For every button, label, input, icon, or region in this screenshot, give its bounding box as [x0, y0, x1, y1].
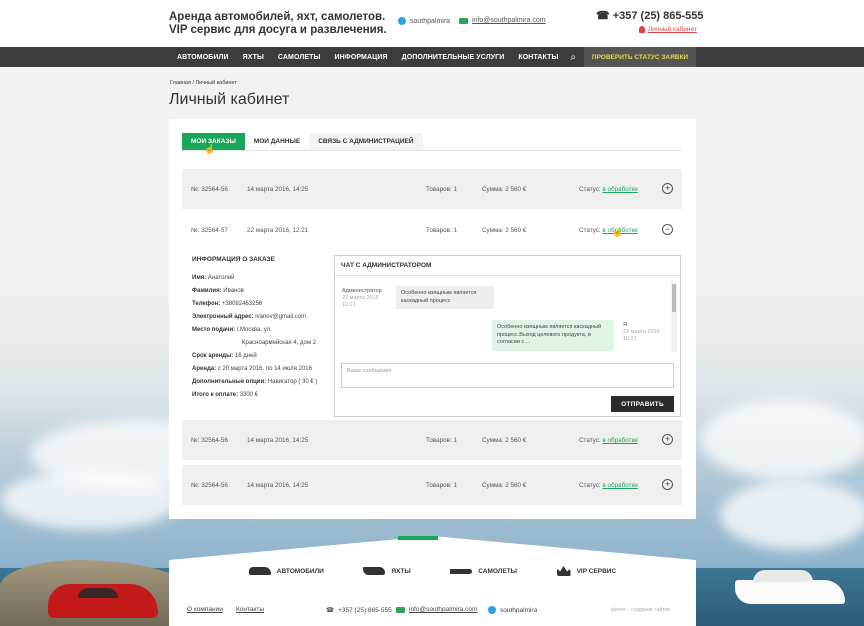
car-image	[48, 584, 158, 618]
site-header: Аренда автомобилей, яхт, самолетов. VIP …	[0, 0, 864, 47]
order-sum: Сумма: 2 560 €	[482, 482, 527, 489]
header-email[interactable]: info@southpalmira.com	[459, 17, 546, 24]
yacht-image	[735, 570, 845, 604]
main-nav: АВТОМОБИЛИ ЯХТЫ САМОЛЕТЫ ИНФОРМАЦИЯ ДОПО…	[0, 47, 864, 67]
order-number: №: 32564-56	[191, 437, 228, 444]
order-row-expanded[interactable]: №: 32564-57 22 марта 2016, 12:21 Товаров…	[182, 210, 682, 250]
nav-item-info[interactable]: ИНФОРМАЦИЯ	[327, 54, 394, 61]
phone-icon: ☎	[326, 607, 335, 614]
order-items: Товаров: 1	[426, 482, 457, 489]
order-row[interactable]: №: 32564-56 14 марта 2016, 14:25 Товаров…	[182, 465, 682, 505]
order-date: 14 марта 2016, 14:25	[247, 186, 309, 193]
personal-cabinet-link[interactable]: Личный кабинет	[639, 26, 697, 33]
nav-item-contacts[interactable]: КОНТАКТЫ	[511, 54, 565, 61]
order-row[interactable]: №: 32564-56 14 марта 2016, 14:25 Товаров…	[182, 420, 682, 460]
order-date: 14 марта 2016, 14:25	[247, 482, 309, 489]
mail-icon	[396, 606, 405, 613]
tab-my-data[interactable]: МОИ ДАННЫЕ	[244, 133, 310, 150]
chat-scroll-thumb[interactable]	[672, 284, 676, 312]
user-icon	[639, 26, 645, 33]
expand-icon[interactable]: +	[662, 479, 673, 490]
nav-item-planes[interactable]: САМОЛЕТЫ	[271, 54, 328, 61]
car-icon	[248, 567, 271, 575]
order-sum: Сумма: 2 560 €	[482, 227, 527, 234]
order-status: Статус: в обработке	[579, 437, 638, 444]
orders-panel: МОИ ЗАКАЗЫ МОИ ДАННЫЕ СВЯЗЬ С АДМИНИСТРА…	[169, 119, 696, 519]
mail-icon	[459, 17, 468, 24]
user-message: Особенно изящным является каскадный проц…	[492, 320, 614, 351]
order-status: Статус: в обработке	[579, 186, 638, 193]
breadcrumb[interactable]: Главная / Личный кабинет	[170, 80, 237, 86]
yacht-icon	[363, 567, 386, 575]
tabs: МОИ ЗАКАЗЫ МОИ ДАННЫЕ СВЯЗЬ С АДМИНИСТРА…	[182, 133, 423, 150]
plane-icon	[450, 568, 473, 574]
order-items: Товаров: 1	[426, 227, 457, 234]
phone-icon: ☎	[596, 10, 610, 22]
site-tagline: Аренда автомобилей, яхт, самолетов. VIP …	[169, 11, 387, 36]
expand-icon[interactable]: +	[662, 434, 673, 445]
nav-item-yachts[interactable]: ЯХТЫ	[236, 54, 271, 61]
order-items: Товаров: 1	[426, 437, 457, 444]
crown-icon	[556, 566, 571, 576]
order-date: 22 марта 2016, 12:21	[247, 227, 309, 234]
admin-message: Особенно изящным является каскадный проц…	[396, 286, 494, 309]
chat-messages[interactable]: Администратор 22 марта 2016 10:21 Особен…	[340, 278, 675, 353]
footer-cat-vip[interactable]: VIP СЕРВИС	[556, 566, 616, 576]
page-title: Личный кабинет	[169, 91, 290, 108]
status-link[interactable]: в обработке	[602, 482, 637, 489]
nav-item-cars[interactable]: АВТОМОБИЛИ	[170, 54, 236, 61]
message-author: Я 22 марта 2016 10:21	[623, 322, 660, 342]
footer-email[interactable]: info@southpalmira.com	[396, 606, 477, 613]
footer-categories: АВТОМОБИЛИ ЯХТЫ САМОЛЕТЫ VIP СЕРВИС	[169, 566, 696, 576]
order-number: №: 32564-57	[191, 227, 228, 234]
order-row[interactable]: №: 32564-56 14 марта 2016, 14:25 Товаров…	[182, 169, 682, 209]
order-info-title: ИНФОРМАЦИЯ О ЗАКАЗЕ	[192, 256, 275, 263]
footer-cat-planes[interactable]: САМОЛЕТЫ	[450, 566, 517, 576]
order-sum: Сумма: 2 560 €	[482, 437, 527, 444]
skype-icon	[398, 17, 406, 25]
footer-skype[interactable]: southpalmira	[488, 606, 537, 614]
footer-phone[interactable]: ☎ +357 (25) 865-555	[326, 606, 392, 615]
expand-icon[interactable]: +	[662, 183, 673, 194]
order-info: ИНФОРМАЦИЯ О ЗАКАЗЕ Имя: Анатолий Фамили…	[192, 253, 317, 402]
status-link[interactable]: в обработке	[602, 437, 637, 444]
footer-accent	[398, 536, 438, 540]
order-number: №: 32564-56	[191, 186, 228, 193]
nav-item-extra-services[interactable]: ДОПОЛНИТЕЛЬНЫЕ УСЛУГИ	[395, 54, 512, 61]
status-link[interactable]: в обработке	[602, 186, 637, 193]
order-items: Товаров: 1	[426, 186, 457, 193]
order-status: Статус: в обработке	[579, 227, 638, 234]
message-author: Администратор 22 марта 2016 10:21	[342, 288, 382, 308]
message-input[interactable]: Ваше сообщение	[341, 363, 674, 388]
send-button[interactable]: ОТПРАВИТЬ	[611, 396, 674, 412]
admin-chat: ЧАТ С АДМИНИСТРАТОРОМ Администратор 22 м…	[334, 255, 681, 417]
hand-cursor-icon: ☝	[204, 144, 216, 154]
order-status: Статус: в обработке	[579, 482, 638, 489]
footer-cat-cars[interactable]: АВТОМОБИЛИ	[248, 566, 324, 576]
header-phone[interactable]: ☎ +357 (25) 865-555	[596, 9, 704, 23]
footer-about-link[interactable]: О компании	[187, 606, 223, 613]
skype-icon	[488, 606, 496, 614]
footer-contacts-link[interactable]: Контакты	[236, 606, 264, 613]
chat-title: ЧАТ С АДМИНИСТРАТОРОМ	[341, 262, 432, 269]
collapse-icon[interactable]: −	[662, 224, 673, 235]
developer-credit[interactable]: glavoo – создание сайтов	[611, 607, 670, 613]
check-status-button[interactable]: ПРОВЕРИТЬ СТАТУС ЗАЯВКИ	[584, 47, 696, 67]
hand-cursor-icon: ☝	[612, 227, 624, 237]
order-date: 14 марта 2016, 14:25	[247, 437, 309, 444]
header-skype[interactable]: southpalmira	[398, 17, 450, 25]
order-sum: Сумма: 2 560 €	[482, 186, 527, 193]
footer-cat-yachts[interactable]: ЯХТЫ	[363, 566, 411, 576]
search-icon[interactable]: ⌕	[570, 52, 576, 63]
tab-contact-admin[interactable]: СВЯЗЬ С АДМИНИСТРАЦИЕЙ	[309, 133, 423, 150]
order-number: №: 32564-56	[191, 482, 228, 489]
